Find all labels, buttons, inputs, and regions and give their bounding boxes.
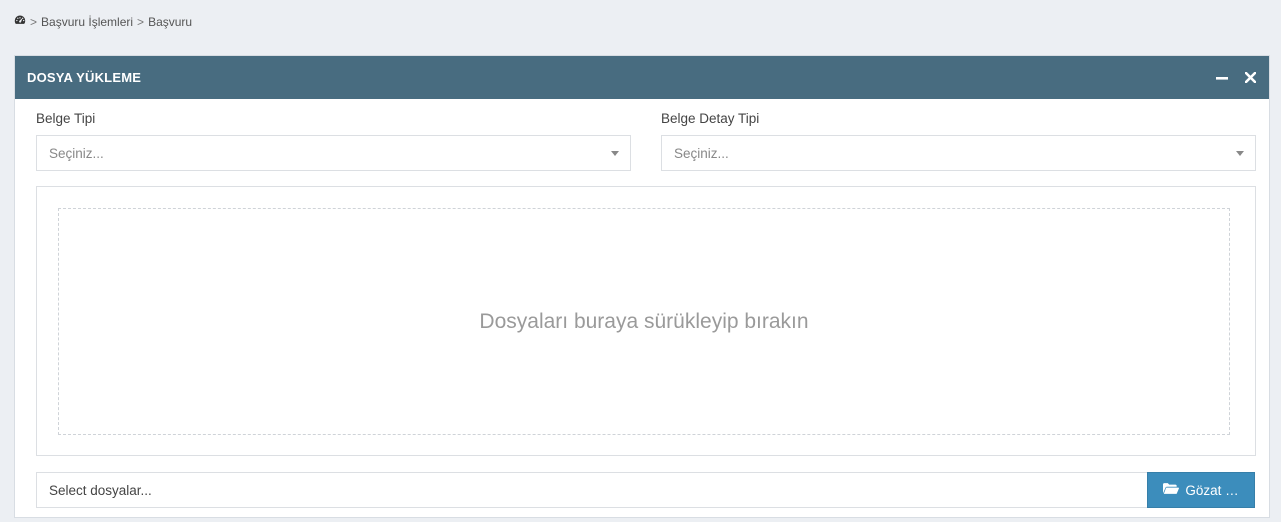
belge-detay-tipi-select[interactable]: Seçiniz... [661, 135, 1256, 171]
browse-button-label: Gözat … [1185, 482, 1239, 498]
breadcrumb-separator: > [30, 14, 38, 29]
breadcrumb: > Başvuru İşlemleri > Başvuru [14, 14, 192, 29]
belge-tipi-select[interactable]: Seçiniz... [36, 135, 631, 171]
file-drop-container: Dosyaları buraya sürükleyip bırakın [36, 186, 1256, 456]
belge-detay-tipi-value: Seçiniz... [674, 145, 729, 161]
belge-detay-tipi-label: Belge Detay Tipi [661, 111, 760, 126]
breadcrumb-item-basvuru: Başvuru [148, 14, 193, 29]
browse-button[interactable]: Gözat … [1147, 472, 1255, 508]
panel-tools [1215, 71, 1257, 85]
dropzone-text: Dosyaları buraya sürükleyip bırakın [479, 309, 809, 333]
minus-icon[interactable] [1215, 71, 1229, 85]
dashboard-icon[interactable] [14, 14, 26, 29]
file-upload-panel: DOSYA YÜKLEME Belge Tipi Seçiniz... Belg… [14, 55, 1270, 518]
folder-open-icon [1163, 482, 1180, 498]
caret-down-icon [611, 151, 619, 156]
breadcrumb-separator: > [137, 14, 145, 29]
file-caption-placeholder: Select dosyalar... [49, 482, 152, 498]
panel-header: DOSYA YÜKLEME [15, 56, 1269, 99]
file-input-group: Select dosyalar... Gözat … [36, 472, 1255, 508]
caret-down-icon [1236, 151, 1244, 156]
file-dropzone[interactable]: Dosyaları buraya sürükleyip bırakın [58, 208, 1230, 435]
breadcrumb-item-basvuru-islemleri[interactable]: Başvuru İşlemleri [41, 15, 133, 29]
belge-tipi-value: Seçiniz... [49, 145, 104, 161]
file-caption-input[interactable]: Select dosyalar... [36, 472, 1147, 508]
times-icon[interactable] [1243, 71, 1257, 85]
belge-tipi-label: Belge Tipi [36, 111, 96, 126]
panel-title: DOSYA YÜKLEME [27, 70, 142, 85]
